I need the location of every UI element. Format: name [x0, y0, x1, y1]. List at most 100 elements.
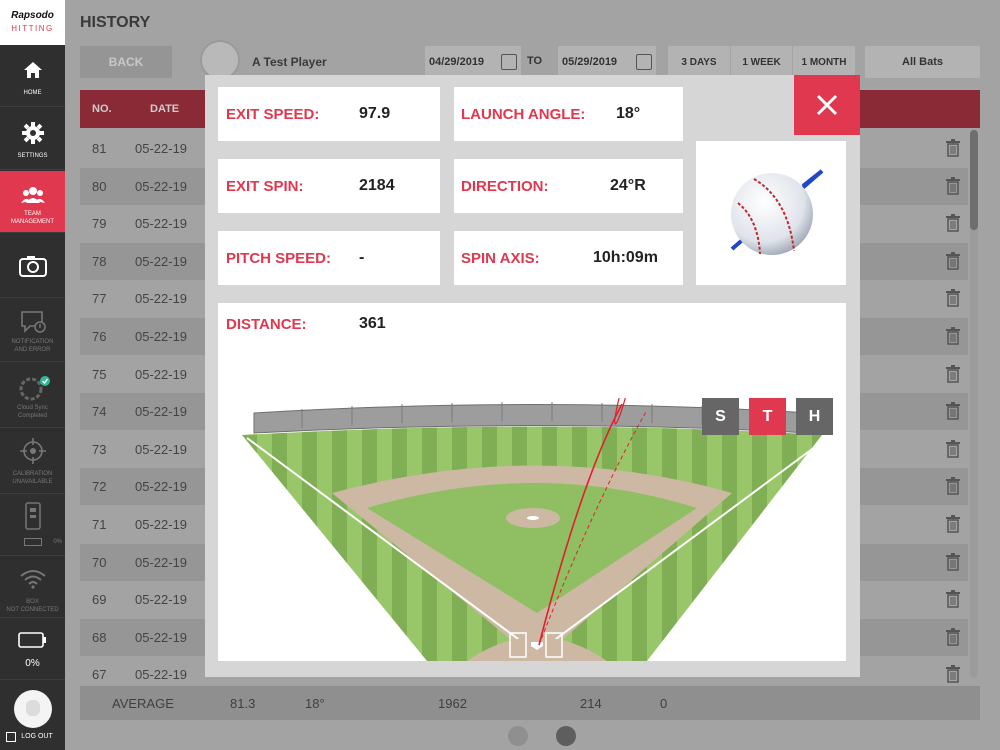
row-date: 05-22-19	[135, 629, 188, 645]
trash-icon[interactable]	[946, 665, 960, 684]
brand-product: HITTING	[11, 24, 54, 33]
nav-team-management[interactable]: TEAM MANAGEMENT	[0, 171, 65, 233]
back-button[interactable]: BACK	[80, 46, 172, 78]
cloud-sync-status: Cloud Sync Completed	[0, 362, 65, 428]
tablet-battery-status: 0%	[0, 618, 65, 680]
box-connection-label: BOX NOT CONNECTED	[6, 599, 59, 613]
spin-axis-card: SPIN AXIS: 10h:09m	[454, 231, 683, 285]
trash-icon[interactable]	[946, 627, 960, 646]
row-date: 05-22-19	[135, 253, 188, 269]
cloud-sync-icon	[0, 376, 65, 401]
date-range-to-label: TO	[527, 55, 543, 67]
avatar-figure	[26, 700, 40, 716]
trash-icon[interactable]	[946, 477, 960, 496]
trash-icon[interactable]	[946, 289, 960, 308]
average-distance: 214	[580, 696, 602, 711]
gear-icon	[0, 122, 65, 146]
row-number: 79	[92, 216, 107, 232]
nav-settings-label: SETTINGS	[17, 153, 48, 159]
baseball-field-diagram	[242, 398, 828, 661]
trash-icon[interactable]	[946, 364, 960, 383]
nav-camera[interactable]	[0, 234, 65, 298]
notification-icon	[0, 310, 65, 334]
pitch-speed-value: -	[359, 249, 365, 266]
field-view-panel: DISTANCE: 361	[218, 303, 846, 661]
brand-name: Rapsodo	[11, 10, 54, 21]
exit-spin-value: 2184	[359, 177, 395, 194]
row-number: 75	[92, 366, 107, 382]
spin-axis-ball-card	[696, 141, 846, 285]
nav-home-label: HOME	[23, 90, 42, 96]
nav-settings[interactable]: SETTINGS	[0, 108, 65, 170]
trash-icon[interactable]	[946, 590, 960, 608]
range-1-month-button[interactable]: 1 MONTH	[793, 46, 855, 78]
launch-angle-card: LAUNCH ANGLE: 18°	[454, 87, 683, 141]
exit-speed-card: EXIT SPEED: 97.9	[218, 87, 440, 141]
crosshair-icon	[0, 438, 65, 464]
column-no: NO.	[92, 103, 112, 115]
date-from-value: 04/29/2019	[429, 56, 485, 68]
cloud-sync-label: Cloud Sync Completed	[17, 405, 48, 419]
row-date: 05-22-19	[135, 554, 188, 570]
logout-button[interactable]: LOG OUT	[0, 682, 65, 750]
row-number: 71	[92, 517, 107, 532]
nav-notification[interactable]: NOTIFICATION AND ERROR	[0, 298, 65, 362]
trash-icon[interactable]	[946, 327, 960, 345]
device-icon	[0, 502, 65, 530]
row-number: 67	[92, 667, 107, 683]
team-icon	[0, 185, 65, 209]
row-date: 05-22-19	[135, 216, 188, 232]
row-number: 76	[92, 329, 107, 344]
hit-detail-modal: EXIT SPEED: 97.9 LAUNCH ANGLE: 18° EXIT …	[205, 75, 860, 677]
scrollbar-thumb[interactable]	[970, 130, 978, 230]
row-number: 74	[92, 404, 107, 420]
average-exit-speed: 81.3	[230, 696, 256, 711]
exit-spin-label: EXIT SPIN:	[226, 178, 304, 195]
exit-speed-label: EXIT SPEED:	[226, 106, 320, 123]
row-number: 73	[92, 441, 107, 457]
trash-icon[interactable]	[946, 251, 960, 270]
trash-icon[interactable]	[946, 139, 960, 157]
range-3-days-button[interactable]: 3 DAYS	[668, 46, 730, 78]
bat-filter-select[interactable]: All Bats	[865, 46, 980, 78]
home-icon	[0, 59, 65, 83]
spin-axis-value: 10h:09m	[593, 249, 658, 266]
row-date: 05-22-19	[135, 667, 188, 683]
direction-card: DIRECTION: 24°R	[454, 159, 683, 213]
app-logo: Rapsodo HITTING	[0, 0, 65, 45]
page-indicator-1[interactable]	[508, 726, 528, 746]
logout-label: LOG OUT	[21, 733, 53, 740]
trash-icon[interactable]	[946, 214, 960, 232]
trash-icon[interactable]	[946, 439, 960, 458]
page-indicator-2[interactable]	[556, 726, 576, 746]
table-scrollbar[interactable]	[970, 130, 978, 678]
row-number: 69	[92, 592, 107, 608]
calibration-status: CALIBRATION UNAVAILABLE	[0, 428, 65, 494]
row-date: 05-22-19	[135, 441, 188, 457]
direction-value: 24°R	[610, 177, 646, 194]
nav-team-label: TEAM MANAGEMENT	[10, 211, 54, 225]
trash-icon[interactable]	[946, 402, 960, 420]
player-name: A Test Player	[252, 55, 327, 69]
nav-home[interactable]: HOME	[0, 45, 65, 107]
view-h-button[interactable]: H	[796, 398, 833, 435]
view-s-button[interactable]: S	[702, 398, 739, 435]
date-from-field[interactable]: 04/29/2019	[425, 46, 521, 78]
date-to-value: 05/29/2019	[562, 56, 618, 68]
page-title: HISTORY	[80, 14, 151, 31]
row-date: 05-22-19	[135, 329, 188, 344]
baseball-spin-icon	[730, 169, 824, 255]
row-number: 81	[92, 141, 107, 156]
row-number: 77	[92, 291, 107, 307]
trash-icon[interactable]	[946, 176, 960, 195]
range-1-week-button[interactable]: 1 WEEK	[731, 46, 792, 78]
date-to-field[interactable]: 05/29/2019	[558, 46, 656, 78]
close-modal-button[interactable]	[794, 75, 860, 135]
tablet-battery-percent: 0%	[25, 658, 40, 669]
trash-icon[interactable]	[946, 552, 960, 571]
trash-icon[interactable]	[946, 515, 960, 533]
pitch-speed-label: PITCH SPEED:	[226, 250, 332, 267]
average-row: AVERAGE 81.3 18° 1962 214 0	[80, 686, 980, 720]
row-number: 72	[92, 479, 107, 495]
view-t-button[interactable]: T	[749, 398, 786, 435]
